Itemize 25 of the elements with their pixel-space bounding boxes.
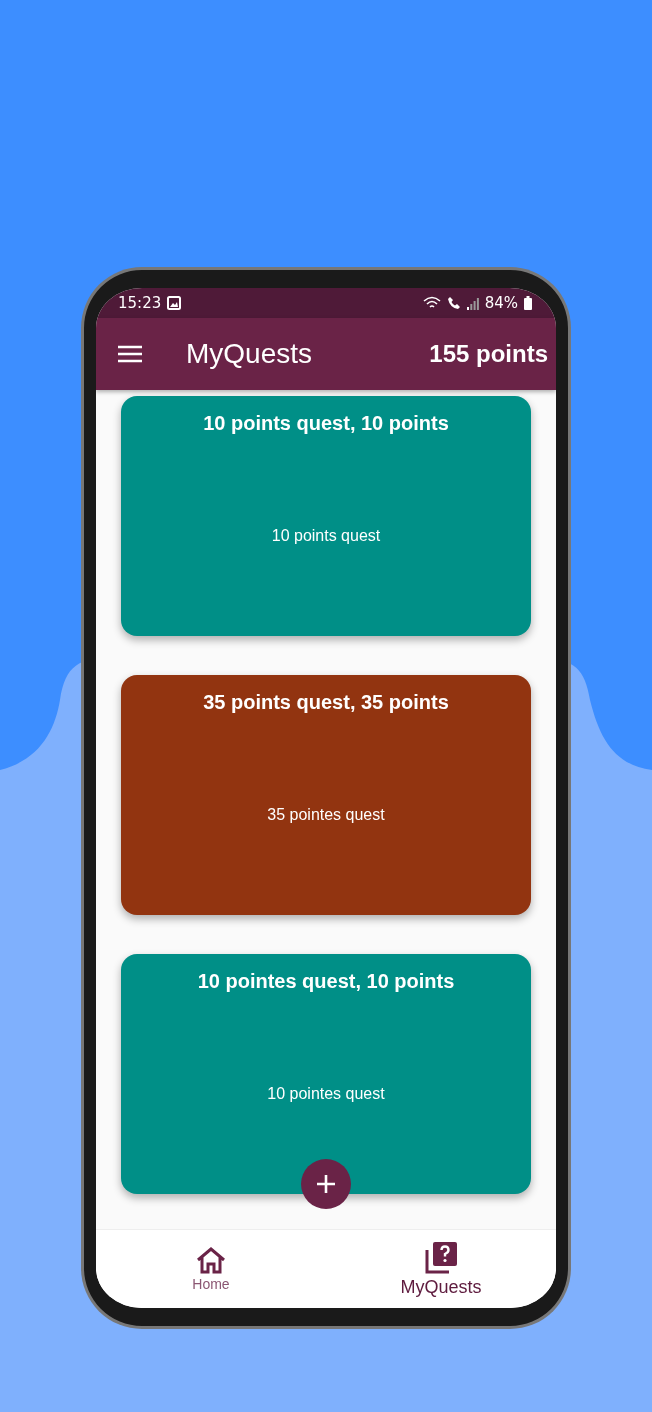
- menu-button[interactable]: [118, 345, 142, 363]
- plus-icon: [316, 1174, 336, 1194]
- app-title: MyQuests: [186, 338, 314, 370]
- quest-title: 10 points quest, 10 points: [203, 412, 449, 435]
- quest-description: 10 pointes quest: [267, 1085, 385, 1103]
- nav-tab[interactable]: Home: [96, 1230, 326, 1308]
- quest-title: 35 points quest, 35 points: [203, 691, 449, 714]
- nav-tab[interactable]: MyQuests: [326, 1230, 556, 1308]
- quest-description: 10 points quest: [271, 527, 381, 545]
- quest-title: 10 pointes quest, 10 points: [197, 970, 455, 993]
- battery-icon: [524, 296, 532, 310]
- menu-icon: [118, 345, 142, 363]
- image-icon: [167, 296, 182, 310]
- home-icon: [195, 1246, 227, 1274]
- call-icon: [446, 296, 461, 310]
- battery-percent: 84%: [484, 294, 518, 312]
- quest-card[interactable]: 35 points quest, 35 points 35 pointes quest: [121, 675, 531, 915]
- wifi-icon: [422, 296, 441, 310]
- status-time: 15:23: [118, 294, 162, 312]
- quest-card[interactable]: 10 pointes quest, 10 points 10 pointes quest: [121, 954, 531, 1194]
- quest-description: 35 pointes quest: [267, 806, 385, 824]
- quest-card[interactable]: 10 points quest, 10 points 10 points quest: [121, 396, 531, 636]
- signal-icon: [466, 296, 479, 310]
- question-cards-icon: [424, 1240, 458, 1275]
- points-total: 155 points: [429, 340, 548, 368]
